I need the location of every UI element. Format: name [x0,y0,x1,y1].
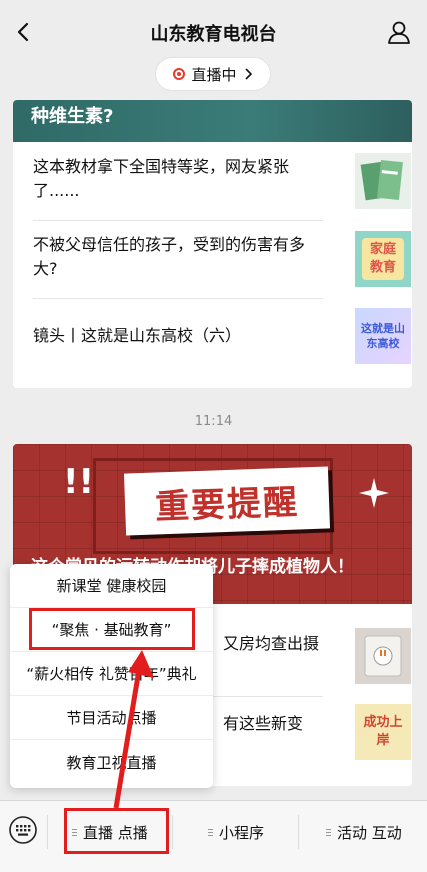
menu-mini-program[interactable]: 小程序 [208,821,264,843]
divider [33,298,323,299]
divider [172,815,173,849]
live-status-button[interactable]: 直播中 [156,58,270,90]
news-title: 镜头丨这就是山东高校（六） [33,326,242,345]
news-title: 有这些新变 [223,714,304,733]
menu-lines-icon [208,828,213,836]
thumbnail-label: 家庭教育 [362,238,404,280]
news-item[interactable]: 不被父母信任的孩子，受到的伤害有多大? 家庭教育 [33,231,411,301]
news-thumbnail [355,628,411,684]
annotation-arrow-icon [113,650,154,809]
message-timestamp: 11:14 [194,414,233,429]
news-thumbnail: 家庭教育 [355,231,411,287]
keyboard-icon[interactable] [8,815,38,845]
highlight-box [64,808,169,854]
thumbnail-label: 这就是山东高校 [361,322,405,350]
news-item[interactable]: 这本教材拿下全国特等奖，网友紧张了...... [33,153,411,223]
news-title: 这本教材拿下全国特等奖，网友紧张了...... [33,157,290,200]
menu-label: 小程序 [219,823,265,842]
article-card: 种维生素? 这本教材拿下全国特等奖，网友紧张了...... 不被父母信任的孩子，… [13,100,412,388]
card-banner[interactable]: 种维生素? [13,100,412,142]
submenu-item[interactable]: 新课堂 健康校园 [10,564,213,608]
divider [33,220,323,221]
sparkle-icon [359,478,389,508]
thumbnail-label: 成功上岸 [363,715,403,748]
news-thumbnail: 这就是山东高校 [355,308,411,364]
highlight-box [29,608,195,650]
news-thumbnail [355,153,411,209]
header-bar: 山东教育电视台 直播中 [0,0,427,100]
divider [213,696,323,697]
page-title: 山东教育电视台 [150,24,277,45]
divider [298,815,299,849]
menu-activity[interactable]: 活动 互动 [326,821,402,843]
profile-icon[interactable] [385,18,413,46]
menu-lines-icon [326,828,331,836]
news-title: 又房均查出摄 [223,634,320,653]
hero-exclamation: !! [63,462,95,502]
live-indicator-icon [173,68,186,80]
divider [47,815,48,849]
live-status-label: 直播中 [191,65,237,84]
chevron-right-icon [244,68,252,80]
news-item[interactable]: 镜头丨这就是山东高校（六） 这就是山东高校 [33,308,411,378]
menu-label: 活动 互动 [337,823,402,842]
hero-headline: 重要提醒 [123,466,331,536]
news-thumbnail: 成功上岸 [355,704,411,760]
news-title: 不被父母信任的孩子，受到的伤害有多大? [33,235,306,278]
